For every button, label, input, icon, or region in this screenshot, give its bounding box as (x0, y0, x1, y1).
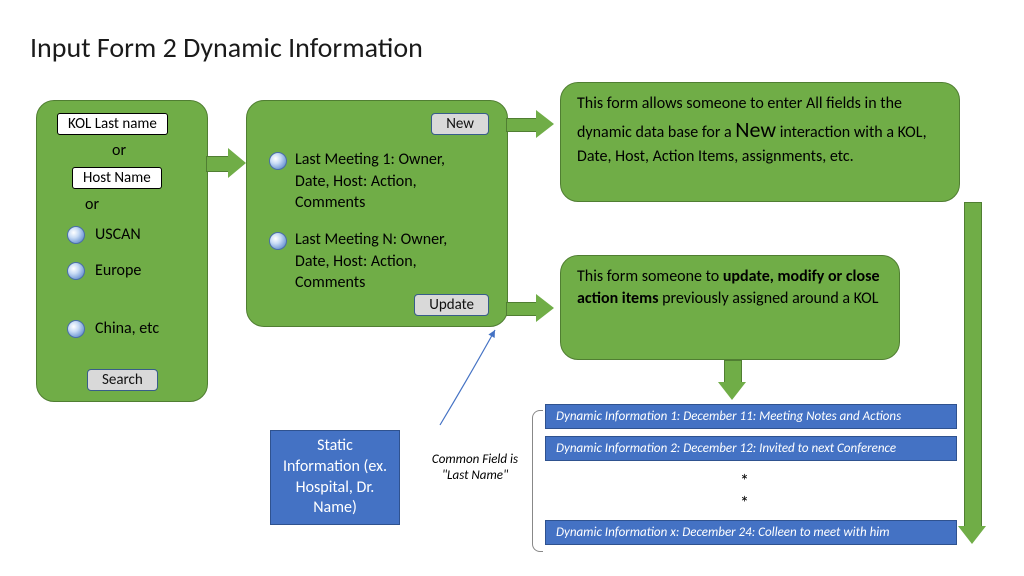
brace-icon (532, 410, 543, 552)
common-field-label: Common Field is "Last Name" (420, 452, 530, 483)
new-button[interactable]: New (431, 113, 489, 135)
new-emphasis: New (735, 116, 776, 143)
bullet-icon (269, 232, 287, 250)
page-title: Input Form 2 Dynamic Information (30, 30, 423, 65)
info-new-panel: This form allows someone to enter All fi… (560, 82, 960, 202)
info-update-panel: This form someone to update, modify or c… (560, 255, 900, 360)
ellipsis-star-2: * (740, 492, 749, 514)
meeting-entry-n: Last Meeting N: Owner, Date, Host: Actio… (271, 229, 481, 294)
meeting-entry-1: Last Meeting 1: Owner, Date, Host: Actio… (271, 149, 481, 214)
arrow-common-to-update (400, 325, 520, 435)
radio-icon (67, 320, 85, 338)
dynamic-row-2: Dynamic Information 2: December 12: Invi… (545, 436, 957, 461)
host-name-field[interactable]: Host Name (72, 167, 162, 189)
radio-icon (67, 226, 85, 244)
arrow-new-down (958, 202, 986, 544)
option-china[interactable]: China, etc (67, 319, 159, 338)
kol-lastname-field[interactable]: KOL Last name (57, 113, 168, 135)
bullet-icon (269, 152, 287, 170)
dynamic-row-x: Dynamic Information x: December 24: Coll… (545, 520, 957, 545)
arrow-new-to-info (506, 110, 554, 138)
ellipsis-star-1: * (740, 470, 749, 492)
radio-icon (67, 262, 85, 280)
static-info-box: Static Information (ex. Hospital, Dr. Na… (270, 430, 400, 525)
or-label-1: or (112, 141, 126, 160)
arrow-search-to-meetings (206, 148, 246, 178)
option-europe[interactable]: Europe (67, 261, 141, 280)
option-uscan[interactable]: USCAN (67, 225, 141, 244)
arrow-update-down (718, 360, 746, 400)
search-panel: KOL Last name or Host Name or USCAN Euro… (36, 100, 208, 402)
search-button[interactable]: Search (87, 369, 158, 391)
update-button[interactable]: Update (414, 294, 489, 316)
meetings-panel: New Last Meeting 1: Owner, Date, Host: A… (246, 100, 508, 327)
or-label-2: or (85, 195, 99, 214)
dynamic-row-1: Dynamic Information 1: December 11: Meet… (545, 404, 957, 429)
arrow-update-to-info (506, 294, 554, 322)
